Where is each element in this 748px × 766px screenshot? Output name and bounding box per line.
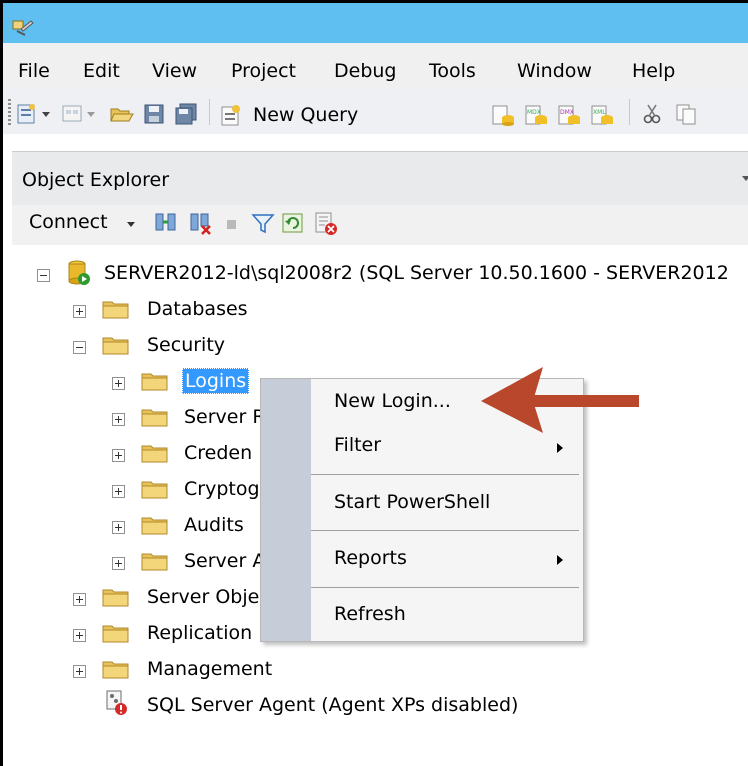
disconnect-icon[interactable] <box>189 211 213 235</box>
tree-item-management[interactable]: Management <box>147 657 272 681</box>
toolbar-grip[interactable] <box>8 99 11 125</box>
svg-text:MDX: MDX <box>527 109 541 116</box>
menu-item-start-powershell[interactable]: Start PowerShell <box>334 491 490 513</box>
connect-object-explorer-icon[interactable] <box>154 211 178 235</box>
expand-toggle[interactable] <box>112 377 125 390</box>
menu-item-new-login[interactable]: New Login... <box>334 390 451 412</box>
svg-text:XML: XML <box>593 109 606 116</box>
menu-separator <box>311 474 579 475</box>
annotation-arrow-icon <box>481 367 639 433</box>
menu-separator <box>311 530 579 531</box>
collapse-toggle[interactable] <box>73 341 86 354</box>
folder-icon <box>102 625 129 643</box>
folder-icon <box>141 373 168 391</box>
tree-item-logins[interactable]: Logins <box>182 368 250 394</box>
connect-button[interactable]: Connect <box>29 211 108 233</box>
expand-toggle[interactable] <box>112 521 125 534</box>
expand-toggle[interactable] <box>73 665 86 678</box>
server-icon <box>68 260 90 285</box>
tree-item-cryptographic-providers[interactable]: Cryptog <box>184 477 260 501</box>
tree-item-security[interactable]: Security <box>147 333 225 357</box>
save-all-icon[interactable] <box>174 103 200 125</box>
menu-view[interactable]: View <box>152 59 197 83</box>
server-node[interactable]: SERVER2012-ld\sql2008r2 (SQL Server 10.5… <box>104 261 729 285</box>
menu-project[interactable]: Project <box>231 59 296 83</box>
database-engine-query-icon[interactable] <box>491 103 517 127</box>
expand-toggle[interactable] <box>112 557 125 570</box>
folder-icon <box>102 301 129 319</box>
svg-text:DMX: DMX <box>560 109 574 116</box>
tree-item-replication[interactable]: Replication <box>147 621 252 645</box>
new-project-icon[interactable] <box>16 103 56 125</box>
new-query-icon[interactable] <box>218 103 248 127</box>
expand-toggle[interactable] <box>112 449 125 462</box>
expand-toggle[interactable] <box>112 485 125 498</box>
object-explorer-title: Object Explorer <box>22 169 170 191</box>
expand-toggle[interactable] <box>73 305 86 318</box>
cut-icon[interactable] <box>641 103 665 125</box>
add-item-icon[interactable] <box>61 103 101 125</box>
toolbar-separator <box>629 99 630 125</box>
analysis-mdx-query-icon[interactable]: MDX <box>524 103 550 127</box>
toolbar-gap <box>3 134 748 151</box>
refresh-icon[interactable] <box>281 211 305 235</box>
menu-item-reports[interactable]: Reports <box>334 547 407 569</box>
tree-item-audits[interactable]: Audits <box>184 513 244 537</box>
menu-file[interactable]: File <box>18 59 50 83</box>
menu-help[interactable]: Help <box>632 59 675 83</box>
ssms-window: File Edit View Project Debug Tools Windo… <box>0 0 748 766</box>
tree-item-sql-server-agent[interactable]: SQL Server Agent (Agent XPs disabled) <box>147 693 518 717</box>
tree-item-server-audit-specifications[interactable]: Server A <box>184 549 265 573</box>
menu-edit[interactable]: Edit <box>83 59 120 83</box>
submenu-arrow-icon <box>557 555 563 565</box>
object-explorer-details-icon[interactable] <box>313 211 339 237</box>
expand-toggle[interactable] <box>112 413 125 426</box>
sql-agent-icon <box>106 690 127 715</box>
folder-icon <box>102 589 129 607</box>
menu-separator <box>311 587 579 588</box>
menu-tools[interactable]: Tools <box>429 59 476 83</box>
title-bar <box>3 3 748 43</box>
folder-icon <box>141 553 168 571</box>
toolbar-separator <box>209 99 210 125</box>
folder-icon <box>141 445 168 463</box>
object-explorer-toolbar <box>12 205 748 245</box>
folder-icon <box>141 409 168 427</box>
menu-item-filter[interactable]: Filter <box>334 434 381 456</box>
expand-toggle[interactable] <box>73 629 86 642</box>
tree-item-server-roles[interactable]: Server R <box>184 405 266 429</box>
tree-item-credentials[interactable]: Creden <box>184 441 252 465</box>
ssms-app-icon[interactable] <box>11 17 35 37</box>
expand-toggle[interactable] <box>73 593 86 606</box>
folder-icon <box>102 661 129 679</box>
analysis-dmx-query-icon[interactable]: DMX <box>557 103 583 127</box>
connect-dropdown-icon[interactable] <box>127 221 136 229</box>
folder-icon <box>141 481 168 499</box>
menu-debug[interactable]: Debug <box>334 59 396 83</box>
analysis-xmla-query-icon[interactable]: XML <box>590 103 616 127</box>
save-icon[interactable] <box>143 103 167 125</box>
folder-icon <box>102 337 129 355</box>
open-file-icon[interactable] <box>109 103 135 125</box>
tree-item-server-objects[interactable]: Server Obje <box>147 585 259 609</box>
menu-item-refresh[interactable]: Refresh <box>334 603 406 625</box>
tree-item-databases[interactable]: Databases <box>147 297 248 321</box>
context-menu-icon-gutter <box>261 379 311 641</box>
stop-icon[interactable] <box>224 211 240 235</box>
filter-icon[interactable] <box>251 211 275 235</box>
menu-window[interactable]: Window <box>517 59 592 83</box>
collapse-toggle[interactable] <box>37 269 50 282</box>
panel-dropdown-icon[interactable] <box>742 175 748 183</box>
copy-icon[interactable] <box>675 103 699 125</box>
submenu-arrow-icon <box>557 443 563 453</box>
new-query-button[interactable]: New Query <box>253 103 358 127</box>
folder-icon <box>141 517 168 535</box>
